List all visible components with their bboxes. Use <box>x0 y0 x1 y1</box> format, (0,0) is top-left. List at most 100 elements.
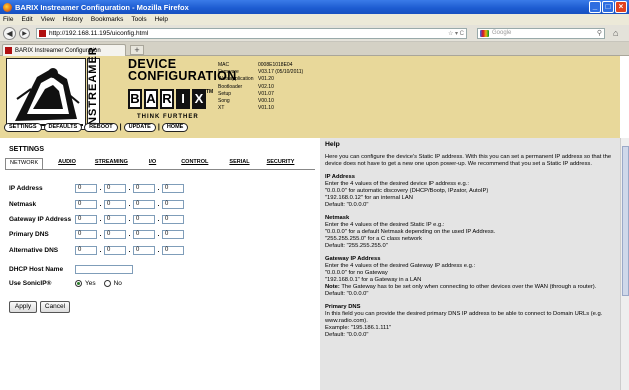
help-line: "0.0.0.0" for a default Netmask dependin… <box>325 229 496 235</box>
trademark: TM <box>206 89 214 95</box>
netmask-row: Netmask 0. 0. 0. 0 <box>9 200 184 209</box>
dns1-octet-input[interactable]: 0 <box>75 230 97 239</box>
browser-window: BARIX Instreamer Configuration - Mozilla… <box>0 0 629 390</box>
tagline: THINK FURTHER <box>137 114 199 120</box>
netmask-octet-input[interactable]: 0 <box>133 200 155 209</box>
help-section-title: Primary DNS <box>325 304 361 310</box>
tab-favicon <box>5 47 12 54</box>
tab-network[interactable]: NETWORK <box>5 158 44 169</box>
tab-streaming[interactable]: STREAMING <box>91 158 132 169</box>
help-line: Default: "0.0.0.0" <box>325 202 369 208</box>
sonic-yes-radio[interactable] <box>75 280 82 287</box>
help-line: Default: "0.0.0.0" <box>325 332 369 338</box>
search-input[interactable]: Google ⚲ <box>477 28 605 39</box>
menu-view[interactable]: View <box>41 16 55 23</box>
tab-security[interactable]: SECURITY <box>263 158 299 169</box>
netmask-octet-input[interactable]: 0 <box>104 200 126 209</box>
help-section-title: IP Address <box>325 174 355 180</box>
forward-icon[interactable]: ▶ <box>19 27 30 39</box>
settings-tabs: NETWORK AUDIO STREAMING I/O CONTROL SERI… <box>5 158 315 169</box>
field-label: Gateway IP Address <box>9 216 72 223</box>
help-line: "255.255.255.0" for a C class network <box>325 236 422 242</box>
barix-letter: B <box>128 89 142 109</box>
maximize-icon[interactable]: □ <box>602 1 614 13</box>
sonic-ip-row: Use SonicIP® Yes No <box>9 280 130 287</box>
browser-tab[interactable]: BARIX Instreamer Configuration <box>2 44 126 56</box>
url-text: http://192.168.11.195/uiconfig.html <box>49 30 149 37</box>
gateway-octet-input[interactable]: 0 <box>133 215 155 224</box>
netmask-octet-input[interactable]: 0 <box>162 200 184 209</box>
ip-octet-input[interactable]: 0 <box>104 184 126 193</box>
settings-button[interactable]: SETTINGS <box>4 123 42 132</box>
tab-io[interactable]: I/O <box>145 158 160 169</box>
info-key: Setup <box>218 90 232 97</box>
reboot-button[interactable]: REBOOT <box>84 123 118 132</box>
close-icon[interactable]: × <box>615 1 627 13</box>
home-button[interactable]: HOME <box>161 123 189 132</box>
menu-bookmarks[interactable]: Bookmarks <box>91 16 124 23</box>
info-key: Song <box>218 98 230 105</box>
menu-help[interactable]: Help <box>155 16 168 23</box>
new-tab-button[interactable]: + <box>130 45 144 55</box>
gateway-octet-input[interactable]: 0 <box>104 215 126 224</box>
info-value: V03.17 (05/10/2011) <box>258 69 304 76</box>
dns2-octet-input[interactable]: 0 <box>162 246 184 255</box>
header-buttons: SETTINGS DEFAULTS REBOOT | UPDATE | HOME <box>4 123 189 132</box>
field-label: Use SonicIP® <box>9 280 52 287</box>
cancel-button[interactable]: Cancel <box>40 301 70 313</box>
primary-dns-row: Primary DNS 0. 0. 0. 0 <box>9 230 184 239</box>
note-text: The Gateway has to be set only when conn… <box>341 284 597 290</box>
ip-octet-input[interactable]: 0 <box>75 184 97 193</box>
alternative-dns-row: Alternative DNS 0. 0. 0. 0 <box>9 246 184 255</box>
help-section-title: Gateway IP Address <box>325 256 381 262</box>
ip-octet-input[interactable]: 0 <box>133 184 155 193</box>
dhcp-host-input[interactable] <box>75 265 133 274</box>
tab-audio[interactable]: AUDIO <box>54 158 80 169</box>
dns1-octet-input[interactable]: 0 <box>162 230 184 239</box>
site-favicon <box>39 30 46 37</box>
dns1-octet-input[interactable]: 0 <box>133 230 155 239</box>
search-icon[interactable]: ⚲ <box>597 29 602 38</box>
help-line: "0.0.0.0" for no Gateway <box>325 270 388 276</box>
info-key: MAC <box>218 62 230 68</box>
dns2-octet-input[interactable]: 0 <box>104 246 126 255</box>
back-icon[interactable]: ◀ <box>3 26 16 40</box>
radio-label: Yes <box>85 280 96 287</box>
sonic-no-radio[interactable] <box>103 280 111 287</box>
menu-edit[interactable]: Edit <box>21 16 32 23</box>
bookmark-star-icon[interactable]: ☆ ▾ C <box>448 30 464 37</box>
page-scrollbar[interactable] <box>620 138 629 390</box>
menu-history[interactable]: History <box>63 16 83 23</box>
radio-label: No <box>113 280 122 287</box>
help-intro: Here you can configure the device's Stat… <box>325 154 612 167</box>
menu-file[interactable]: File <box>3 16 13 23</box>
info-value: 0008E1018E04 <box>258 62 293 68</box>
gateway-octet-input[interactable]: 0 <box>162 215 184 224</box>
help-line: Default: "0.0.0.0" <box>325 291 369 297</box>
defaults-button[interactable]: DEFAULTS <box>43 123 83 132</box>
tab-control[interactable]: CONTROL <box>177 158 212 169</box>
dns2-octet-input[interactable]: 0 <box>75 246 97 255</box>
help-line: In this field you can provide the desire… <box>325 311 603 324</box>
help-line: Enter the 4 values of the desired Gatewa… <box>325 263 476 269</box>
gateway-octet-input[interactable]: 0 <box>75 215 97 224</box>
device-header: INSTREAMER DEVICE CONFIGURATION B A R I … <box>0 46 620 138</box>
info-key: Firmware <box>218 69 239 76</box>
info-value: V01.20 <box>258 76 274 83</box>
dns1-octet-input[interactable]: 0 <box>104 230 126 239</box>
scrollbar-thumb[interactable] <box>622 146 629 296</box>
ip-octet-input[interactable]: 0 <box>162 184 184 193</box>
apply-button[interactable]: Apply <box>9 301 37 313</box>
netmask-octet-input[interactable]: 0 <box>75 200 97 209</box>
tab-serial[interactable]: SERIAL <box>225 158 253 169</box>
settings-panel: SETTINGS NETWORK AUDIO STREAMING I/O CON… <box>0 138 320 390</box>
menu-tools[interactable]: Tools <box>131 16 146 23</box>
home-icon[interactable]: ⌂ <box>613 28 618 38</box>
info-key: Web application <box>218 76 254 83</box>
field-label: Netmask <box>9 201 37 208</box>
address-bar[interactable]: http://192.168.11.195/uiconfig.html ☆ ▾ … <box>36 28 467 39</box>
update-button[interactable]: UPDATE <box>123 123 156 132</box>
info-value: V02.10 <box>258 83 274 90</box>
dns2-octet-input[interactable]: 0 <box>133 246 155 255</box>
minimize-icon[interactable]: _ <box>589 1 601 13</box>
